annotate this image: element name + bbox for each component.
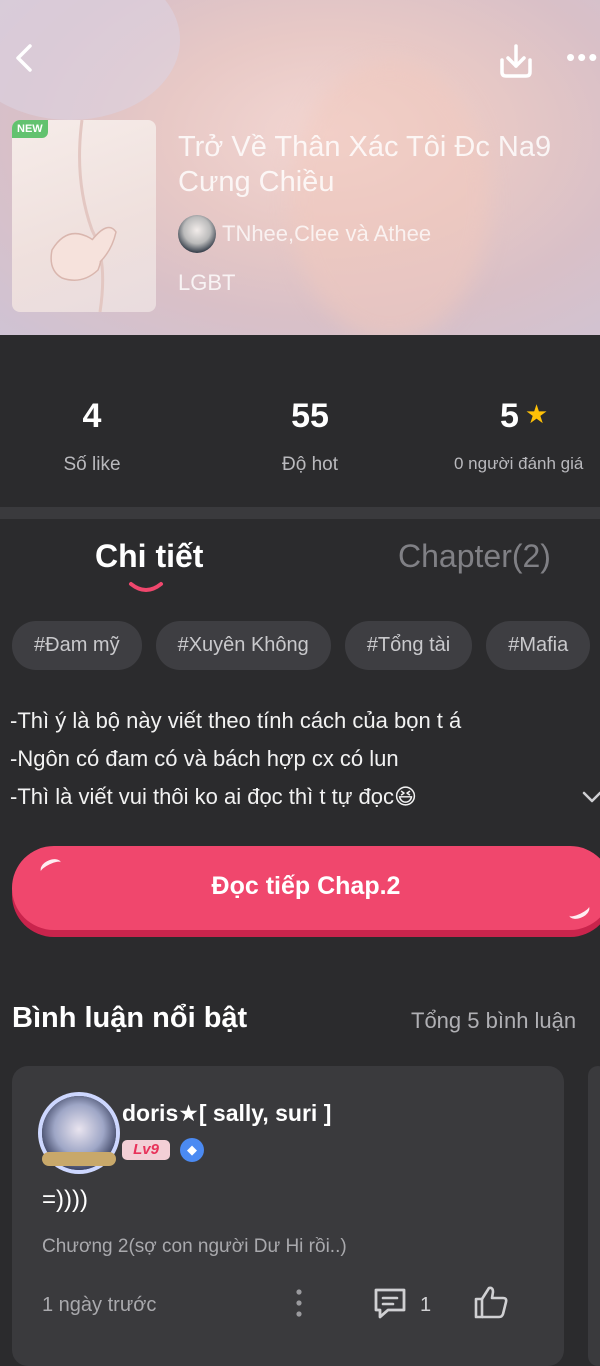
hero-banner: ••• NEW Trở Về Thân Xác Tôi Đc Na9 Cưng … — [0, 0, 600, 335]
stat-hot-label: Độ hot — [282, 454, 338, 475]
tab-details[interactable]: Chi tiết — [95, 538, 203, 575]
stat-likes-label: Số like — [63, 454, 121, 475]
description-line: -Ngôn có đam có và bách hợp cx có lun — [10, 746, 399, 771]
story-title: Trở Về Thân Xác Tôi Đc Na9 Cưng Chiều — [178, 131, 552, 198]
avatar-frame-plate — [42, 1152, 116, 1166]
continue-reading-label: Đọc tiếp Chap.2 — [211, 872, 401, 900]
comments-section-title: Bình luận nổi bật — [12, 1002, 248, 1034]
comment-chapter[interactable]: Chương 2(sợ con người Dư Hi rồi..) — [42, 1236, 347, 1258]
cover-image[interactable]: NEW — [12, 120, 156, 312]
more-options-icon[interactable]: ••• — [566, 44, 600, 70]
tag-xuyen-khong[interactable]: #Xuyên Không — [155, 621, 331, 670]
tag-dam-my[interactable]: #Đam mỹ — [12, 621, 142, 670]
author-row[interactable]: TNhee,Clee và Athee — [178, 214, 431, 254]
tag-list: #Đam mỹ #Xuyên Không #Tổng tài #Mafia — [12, 621, 591, 670]
comment-text: =)))) — [42, 1186, 88, 1213]
reply-icon[interactable] — [372, 1286, 408, 1320]
cover-hands-art — [50, 120, 117, 312]
genre-label: LGBT — [178, 270, 236, 295]
stats-bar: 4 Số like 55 Độ hot 5 ★ 0 người đánh giá — [0, 357, 600, 507]
button-highlight — [566, 900, 592, 922]
author-avatar[interactable] — [178, 215, 216, 253]
commenter-name[interactable]: doris★[ sally, suri ] — [122, 1100, 331, 1127]
level-badge: Lv9 — [122, 1140, 170, 1160]
expand-chevron-icon[interactable] — [582, 790, 600, 804]
comment-card[interactable]: doris★[ sally, suri ] Lv9 ◆ =)))) Chương… — [12, 1066, 564, 1366]
stat-likes: 4 Số like — [32, 397, 152, 476]
stat-rating-value: 5 — [500, 397, 519, 435]
next-comment-card-peek[interactable] — [588, 1066, 600, 1366]
story-description: -Thì ý là bộ này viết theo tính cách của… — [10, 702, 580, 816]
back-arrow-icon[interactable] — [10, 40, 40, 76]
vip-diamond-icon: ◆ — [180, 1138, 204, 1162]
comment-more-icon[interactable] — [296, 1288, 302, 1318]
tab-chapters[interactable]: Chapter(2) — [398, 538, 551, 575]
reply-count: 1 — [420, 1294, 432, 1316]
stat-hot: 55 Độ hot — [250, 397, 370, 476]
stat-rating-value-row: 5 ★ — [448, 397, 600, 436]
star-icon: ★ — [524, 399, 549, 429]
download-icon[interactable] — [496, 40, 536, 80]
author-names[interactable]: TNhee,Clee và Athee — [222, 221, 431, 247]
section-divider — [0, 507, 600, 519]
commenter-avatar[interactable] — [42, 1096, 116, 1170]
comments-total[interactable]: Tổng 5 bình luận — [411, 1008, 576, 1034]
like-thumb-icon[interactable] — [472, 1284, 510, 1320]
tab-active-indicator — [129, 582, 163, 592]
stat-hot-value: 55 — [291, 397, 329, 435]
stat-rating[interactable]: 5 ★ 0 người đánh giá — [448, 397, 600, 474]
description-line: -Thì ý là bộ này viết theo tính cách của… — [10, 708, 462, 733]
tag-tong-tai[interactable]: #Tổng tài — [344, 621, 473, 670]
stat-likes-value: 4 — [82, 397, 102, 435]
continue-reading-button[interactable]: Đọc tiếp Chap.2 — [12, 846, 600, 930]
comment-time: 1 ngày trước — [42, 1294, 157, 1316]
stat-rating-label: 0 người đánh giá — [454, 454, 584, 473]
new-badge: NEW — [12, 120, 48, 138]
tag-mafia[interactable]: #Mafia — [486, 621, 591, 670]
description-line: -Thì là viết vui thôi ko ai đọc thì t tự… — [10, 784, 417, 809]
